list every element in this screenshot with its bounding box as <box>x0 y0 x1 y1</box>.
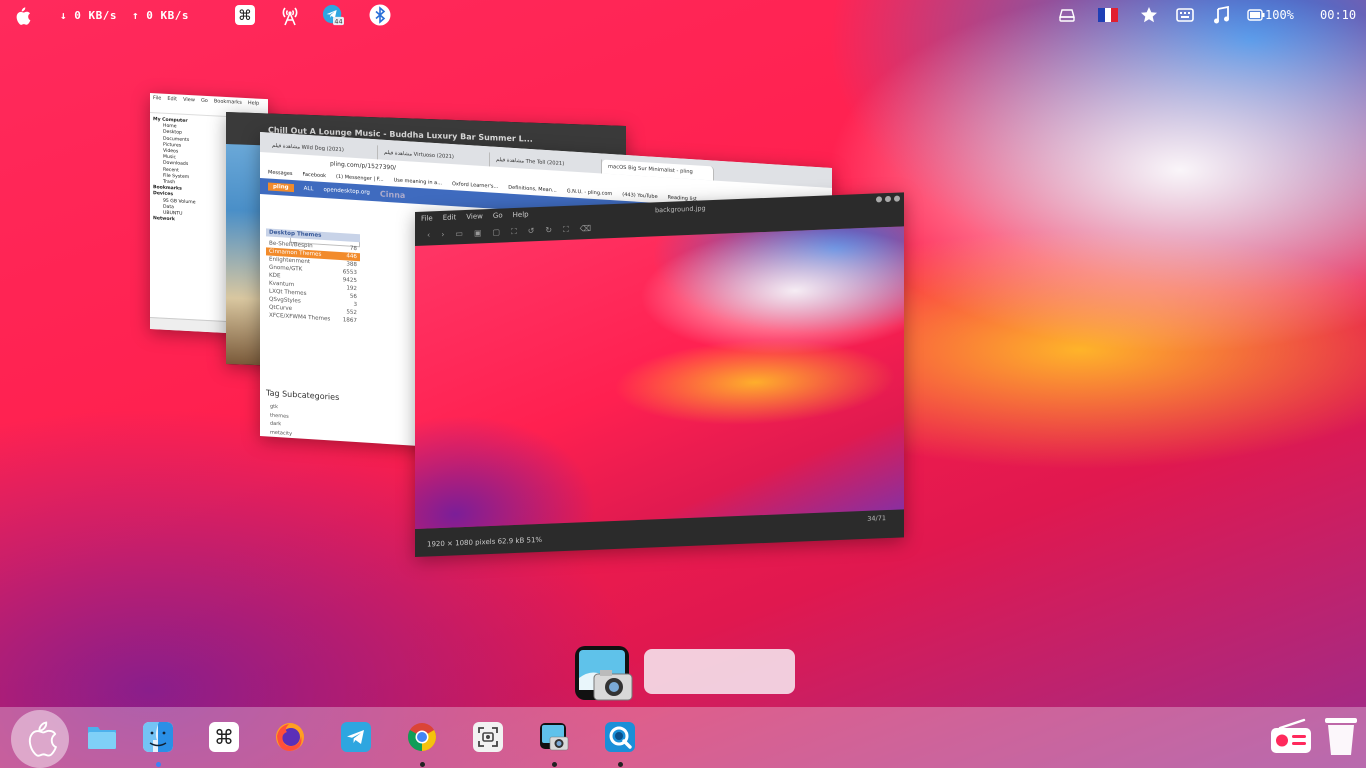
bookmark-item[interactable]: (1) Messenger | F... <box>336 174 384 183</box>
image-viewer-running-indicator <box>552 762 557 767</box>
clock[interactable]: 00:10 <box>1320 8 1356 22</box>
category-count: 9425 <box>342 277 357 285</box>
categories-panel: Desktop Themes Be-Shell/Bespin 78 Cinnamon… <box>266 228 360 325</box>
dock-firefox-icon[interactable] <box>275 722 305 752</box>
chrome-running-indicator <box>420 762 425 767</box>
category-name: KDE <box>269 272 281 280</box>
tag-subcategories-heading: Tag Subcategories <box>266 388 340 402</box>
switcher-label-pill <box>644 649 795 694</box>
window-controls[interactable] <box>876 195 900 203</box>
category-count: 78 <box>349 245 357 253</box>
viewer-menu-item[interactable]: View <box>466 212 483 223</box>
quicktime-running-indicator <box>618 762 623 767</box>
bookmark-item[interactable]: Oxford Learner's... <box>452 181 498 190</box>
tag-item[interactable]: metacity <box>270 428 292 438</box>
next-icon[interactable]: › <box>441 230 444 242</box>
prev-icon[interactable]: ‹ <box>427 230 430 242</box>
dock-radio-icon[interactable] <box>1270 718 1312 754</box>
star-icon[interactable] <box>1138 4 1160 26</box>
dock <box>0 707 1366 768</box>
finder-running-indicator <box>156 762 161 767</box>
command-icon[interactable]: ⌘ <box>234 4 256 26</box>
menu-bar: ↓ 0 KB/s ↑ 0 KB/s ⌘ 44 100% 00:10 <box>0 0 1366 30</box>
dock-telegram-icon[interactable] <box>341 722 371 752</box>
delete-icon[interactable]: ⌫ <box>580 224 591 236</box>
category-count: 56 <box>349 293 357 301</box>
bookmark-item[interactable]: Facebook <box>303 172 327 179</box>
download-speed: ↓ 0 KB/s <box>60 9 117 22</box>
fm-menu-item[interactable]: Go <box>201 98 208 104</box>
opendesktop-link[interactable]: opendesktop.org <box>323 187 369 196</box>
category-count: 192 <box>346 285 357 293</box>
drive-icon[interactable] <box>1056 4 1078 26</box>
page-heading: Cinna <box>379 189 406 200</box>
fm-menu-item[interactable]: Edit <box>167 96 177 103</box>
rotate-right-icon[interactable]: ↻ <box>545 225 552 237</box>
switcher-image-viewer-icon[interactable] <box>572 644 634 702</box>
fm-menu-item[interactable]: Bookmarks <box>214 98 242 105</box>
fm-menu-item[interactable]: Help <box>248 100 259 107</box>
dock-screenshot-icon[interactable] <box>473 722 503 752</box>
viewer-menu-item[interactable]: Go <box>493 211 503 221</box>
fullscreen-icon[interactable]: ⛶ <box>563 225 569 237</box>
dock-quicktime-icon[interactable] <box>605 722 635 752</box>
telegram-badge: 44 <box>334 18 342 26</box>
bookmark-item[interactable]: Messages <box>268 170 293 178</box>
svg-text:⌘: ⌘ <box>214 725 234 749</box>
category-count: 3 <box>353 301 357 309</box>
category-count: 388 <box>346 261 357 269</box>
zoom-out-icon[interactable]: ▭ <box>455 229 463 241</box>
wifi-hotspot-icon[interactable] <box>279 4 301 26</box>
filter-all[interactable]: ALL <box>304 186 314 193</box>
viewer-counter: 34/71 <box>867 514 886 523</box>
dock-apple-menu-button[interactable] <box>11 710 69 768</box>
category-name: XFCE/XFWM4 Themes <box>269 312 331 323</box>
category-count: 446 <box>346 253 357 261</box>
bookmark-item[interactable]: Use meaning in a... <box>394 177 442 186</box>
dock-image-viewer-icon[interactable] <box>539 722 569 752</box>
bookmark-item[interactable]: G.N.U. - pling.com <box>567 188 613 197</box>
pling-logo[interactable]: pling <box>268 182 294 193</box>
viewer-title: background.jpg <box>655 204 706 215</box>
dock-chrome-icon[interactable] <box>407 722 437 752</box>
battery-icon[interactable] <box>1246 4 1266 26</box>
music-icon[interactable] <box>1210 4 1232 26</box>
category-count: 6553 <box>342 269 357 277</box>
url-text[interactable]: pling.com/p/1527390/ <box>330 160 396 171</box>
fit-icon[interactable]: ⛶ <box>511 227 517 239</box>
french-flag-icon[interactable] <box>1097 4 1119 26</box>
video-thumbnail <box>226 144 262 366</box>
rotate-left-icon[interactable]: ↺ <box>528 226 535 238</box>
dock-finder-icon[interactable] <box>143 722 173 752</box>
dock-trash-icon[interactable] <box>1324 716 1358 756</box>
category-count: 1867 <box>342 317 357 325</box>
dock-files-icon[interactable] <box>87 722 117 752</box>
telegram-tray-icon[interactable]: 44 <box>322 4 344 26</box>
dock-command-icon[interactable]: ⌘ <box>209 722 239 752</box>
zoom-in-icon[interactable]: ▣ <box>474 228 482 240</box>
viewer-menu-item[interactable]: File <box>421 214 433 224</box>
fm-menu-item[interactable]: File <box>153 95 161 101</box>
bookmark-item[interactable]: Definitions, Mean... <box>508 185 556 194</box>
category-count: 552 <box>346 309 357 317</box>
upload-speed: ↑ 0 KB/s <box>132 9 189 22</box>
bookmark-item[interactable]: (443) YouTube <box>622 192 657 200</box>
battery-percent: 100% <box>1265 8 1294 22</box>
apple-logo-icon[interactable] <box>12 6 32 25</box>
image-viewer-window[interactable]: File Edit View Go Help background.jpg ‹ › ▭ … <box>415 192 904 557</box>
apple-logo-icon <box>28 721 58 757</box>
keyboard-icon[interactable] <box>1174 4 1196 26</box>
svg-text:⌘: ⌘ <box>238 8 252 24</box>
bluetooth-icon[interactable] <box>369 4 391 26</box>
viewer-menu-item[interactable]: Edit <box>443 213 457 224</box>
viewer-menu-item[interactable]: Help <box>513 210 529 221</box>
actual-size-icon[interactable]: ▢ <box>493 228 501 240</box>
tag-list: gtk themes dark metacity <box>270 403 292 438</box>
viewer-image <box>415 226 904 529</box>
fm-menu-item[interactable]: View <box>183 97 195 104</box>
